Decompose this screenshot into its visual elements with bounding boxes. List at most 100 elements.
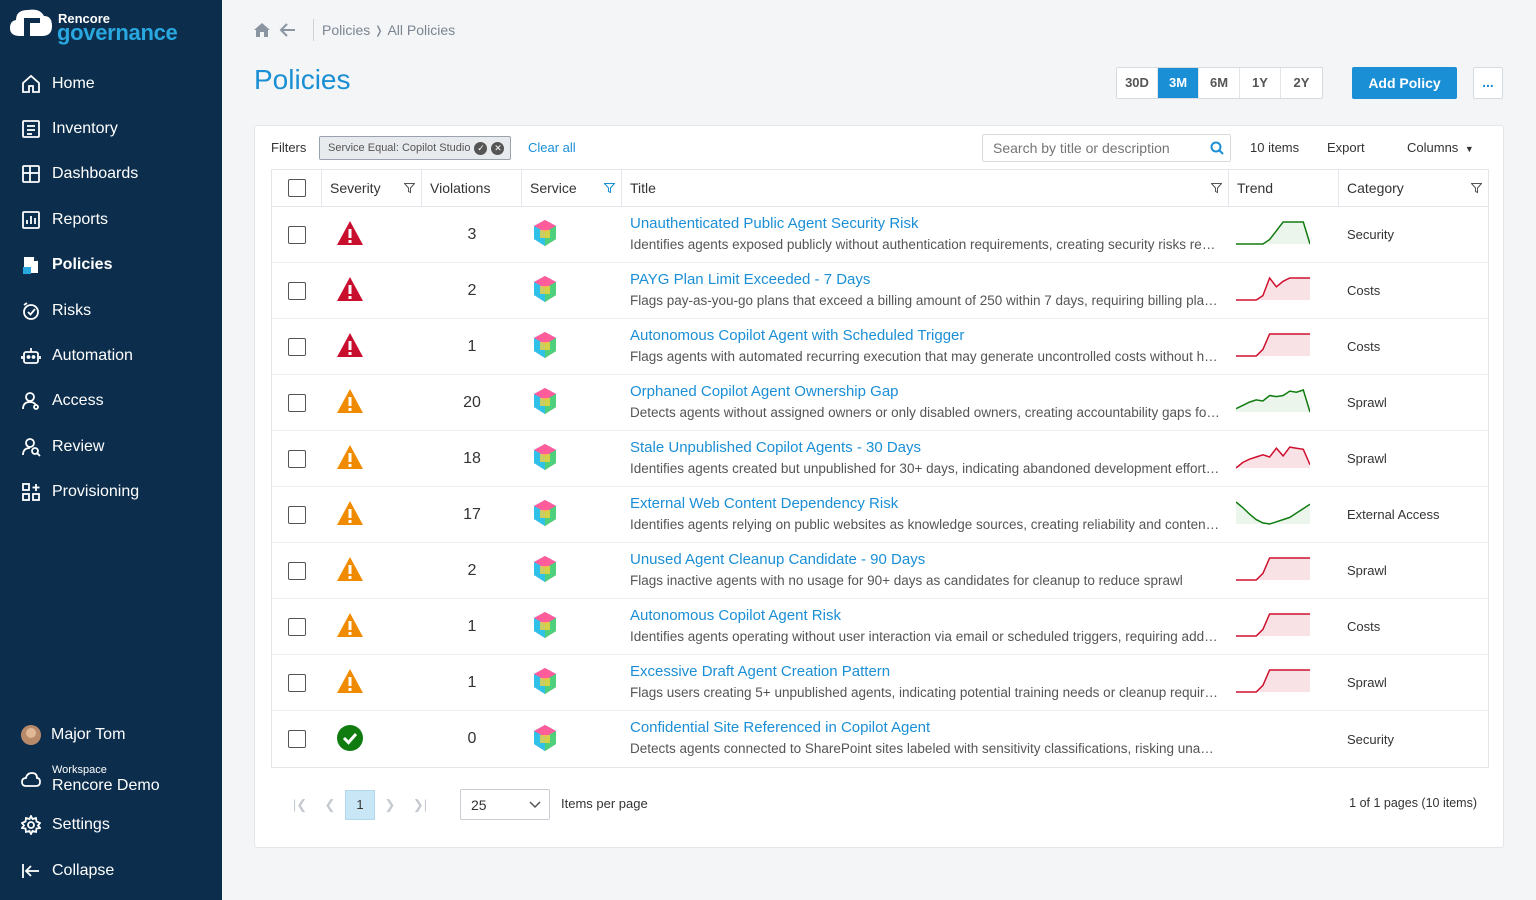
trend-sparkline — [1236, 557, 1310, 581]
trend-sparkline — [1236, 276, 1310, 301]
copilot-studio-icon — [534, 220, 556, 246]
table-row[interactable]: 18 Stale Unpublished Copilot Agents - 30 … — [272, 431, 1488, 487]
nav-item-access[interactable]: Access — [0, 379, 222, 424]
table-row[interactable]: 1 Autonomous Copilot Agent Risk Identifies… — [272, 599, 1488, 655]
collapse-button[interactable]: Collapse — [0, 848, 222, 894]
nav-item-policies[interactable]: Policies — [0, 243, 222, 288]
range-30d[interactable]: 30D — [1117, 68, 1158, 98]
nav-item-automation[interactable]: Automation — [0, 333, 222, 378]
workspace-switcher[interactable]: Workspace Rencore Demo — [0, 758, 222, 802]
select-all-checkbox[interactable] — [287, 179, 306, 197]
row-select-cell — [272, 673, 322, 692]
back-arrow-icon[interactable] — [279, 21, 297, 39]
filter-icon[interactable] — [404, 183, 415, 193]
table-row[interactable]: 1 Autonomous Copilot Agent with Scheduled… — [272, 319, 1488, 375]
header-service-label: Service — [530, 180, 577, 196]
policy-title-link[interactable]: Stale Unpublished Copilot Agents - 30 Da… — [630, 438, 1229, 458]
table-row[interactable]: 0 Confidential Site Referenced in Copilot… — [272, 711, 1488, 767]
more-options-button[interactable]: ... — [1473, 67, 1503, 99]
breadcrumb-parent[interactable]: Policies — [322, 22, 370, 38]
home-icon — [22, 74, 40, 93]
warning-severity-icon — [337, 501, 363, 525]
page-size-value: 25 — [471, 797, 487, 813]
add-policy-button[interactable]: Add Policy — [1352, 67, 1457, 99]
row-checkbox[interactable] — [288, 225, 306, 244]
filter-chip[interactable]: Service Equal: Copilot Studio ✓ ✕ — [319, 136, 512, 160]
policy-title-link[interactable]: Autonomous Copilot Agent with Scheduled … — [630, 326, 1229, 346]
row-select-cell — [272, 337, 322, 356]
last-page-button[interactable]: ❯| — [405, 790, 435, 820]
clear-all-link[interactable]: Clear all — [528, 140, 576, 155]
nav-item-dashboards[interactable]: Dashboards — [0, 152, 222, 197]
page-size-select[interactable]: 25 — [460, 789, 550, 820]
row-checkbox[interactable] — [288, 505, 306, 524]
trend-cell — [1229, 276, 1339, 305]
policy-title-link[interactable]: Excessive Draft Agent Creation Pattern — [630, 662, 1229, 682]
check-icon[interactable]: ✓ — [474, 141, 488, 155]
row-checkbox[interactable] — [288, 673, 306, 692]
range-6m[interactable]: 6M — [1199, 68, 1240, 98]
policy-title-link[interactable]: External Web Content Dependency Risk — [630, 494, 1229, 514]
filter-active-icon[interactable] — [604, 183, 615, 193]
logo[interactable]: Rencore governance — [10, 6, 210, 45]
page-button-current[interactable]: 1 — [345, 790, 375, 820]
next-page-button[interactable]: ❯ — [375, 790, 405, 820]
first-page-button[interactable]: |❮ — [285, 790, 315, 820]
policy-description: Flags users creating 5+ unpublished agen… — [630, 684, 1220, 700]
nav-item-reports[interactable]: Reports — [0, 197, 222, 242]
policy-title-link[interactable]: Orphaned Copilot Agent Ownership Gap — [630, 382, 1229, 402]
row-checkbox[interactable] — [288, 337, 306, 356]
prev-page-button[interactable]: ❮ — [315, 790, 345, 820]
policy-title-link[interactable]: Autonomous Copilot Agent Risk — [630, 606, 1229, 626]
table-row[interactable]: 20 Orphaned Copilot Agent Ownership Gap De… — [272, 375, 1488, 431]
row-checkbox[interactable] — [288, 730, 306, 748]
warning-severity-icon — [337, 389, 363, 413]
rencore-logo-icon — [10, 9, 52, 42]
policy-title-link[interactable]: Confidential Site Referenced in Copilot … — [630, 718, 1229, 738]
filter-icon[interactable] — [1211, 183, 1222, 193]
table-row[interactable]: 2 PAYG Plan Limit Exceeded - 7 Days Flags … — [272, 263, 1488, 319]
warning-severity-icon — [337, 613, 363, 637]
range-1y[interactable]: 1Y — [1240, 68, 1281, 98]
row-checkbox[interactable] — [288, 561, 306, 580]
nav-item-risks[interactable]: Risks — [0, 288, 222, 333]
header-select-all — [272, 170, 322, 206]
settings-link[interactable]: Settings — [0, 802, 222, 848]
range-2y[interactable]: 2Y — [1281, 68, 1322, 98]
nav-item-provisioning[interactable]: Provisioning — [0, 470, 222, 515]
table-row[interactable]: 17 External Web Content Dependency Risk Id… — [272, 487, 1488, 543]
export-button[interactable]: Export — [1327, 140, 1365, 155]
violations-cell: 20 — [463, 393, 481, 411]
table-row[interactable]: 1 Excessive Draft Agent Creation Pattern F… — [272, 655, 1488, 711]
nav-item-inventory[interactable]: Inventory — [0, 106, 222, 151]
user-profile[interactable]: Major Tom — [0, 712, 222, 758]
row-checkbox[interactable] — [288, 281, 306, 300]
header-service[interactable]: Service — [522, 170, 622, 206]
table-row[interactable]: 3 Unauthenticated Public Agent Security R… — [272, 207, 1488, 263]
trend-cell — [1229, 220, 1339, 249]
nav-item-home[interactable]: Home — [0, 61, 222, 106]
trend-cell — [1229, 668, 1339, 697]
filter-icon[interactable] — [1471, 183, 1482, 193]
item-count: 10 items — [1250, 140, 1300, 155]
row-checkbox[interactable] — [288, 617, 306, 636]
policy-title-link[interactable]: Unused Agent Cleanup Candidate - 90 Days — [630, 550, 1229, 570]
header-violations[interactable]: Violations — [422, 170, 522, 206]
policy-title-link[interactable]: PAYG Plan Limit Exceeded - 7 Days — [630, 270, 1229, 290]
table-row[interactable]: 2 Unused Agent Cleanup Candidate - 90 Day… — [272, 543, 1488, 599]
header-title[interactable]: Title — [622, 170, 1229, 206]
header-severity[interactable]: Severity — [322, 170, 422, 206]
close-icon[interactable]: ✕ — [491, 141, 505, 155]
nav-item-review[interactable]: Review — [0, 424, 222, 469]
row-checkbox[interactable] — [288, 393, 306, 412]
search-input[interactable] — [982, 134, 1231, 162]
search-icon[interactable] — [1210, 141, 1224, 155]
home-icon[interactable] — [253, 21, 271, 39]
header-category[interactable]: Category — [1339, 170, 1488, 206]
columns-button[interactable]: Columns ▼ — [1407, 140, 1474, 155]
row-checkbox[interactable] — [288, 449, 306, 468]
policy-title-link[interactable]: Unauthenticated Public Agent Security Ri… — [630, 214, 1229, 234]
range-3m[interactable]: 3M — [1158, 68, 1199, 98]
severity-cell — [322, 388, 422, 417]
severity-cell — [322, 724, 422, 755]
